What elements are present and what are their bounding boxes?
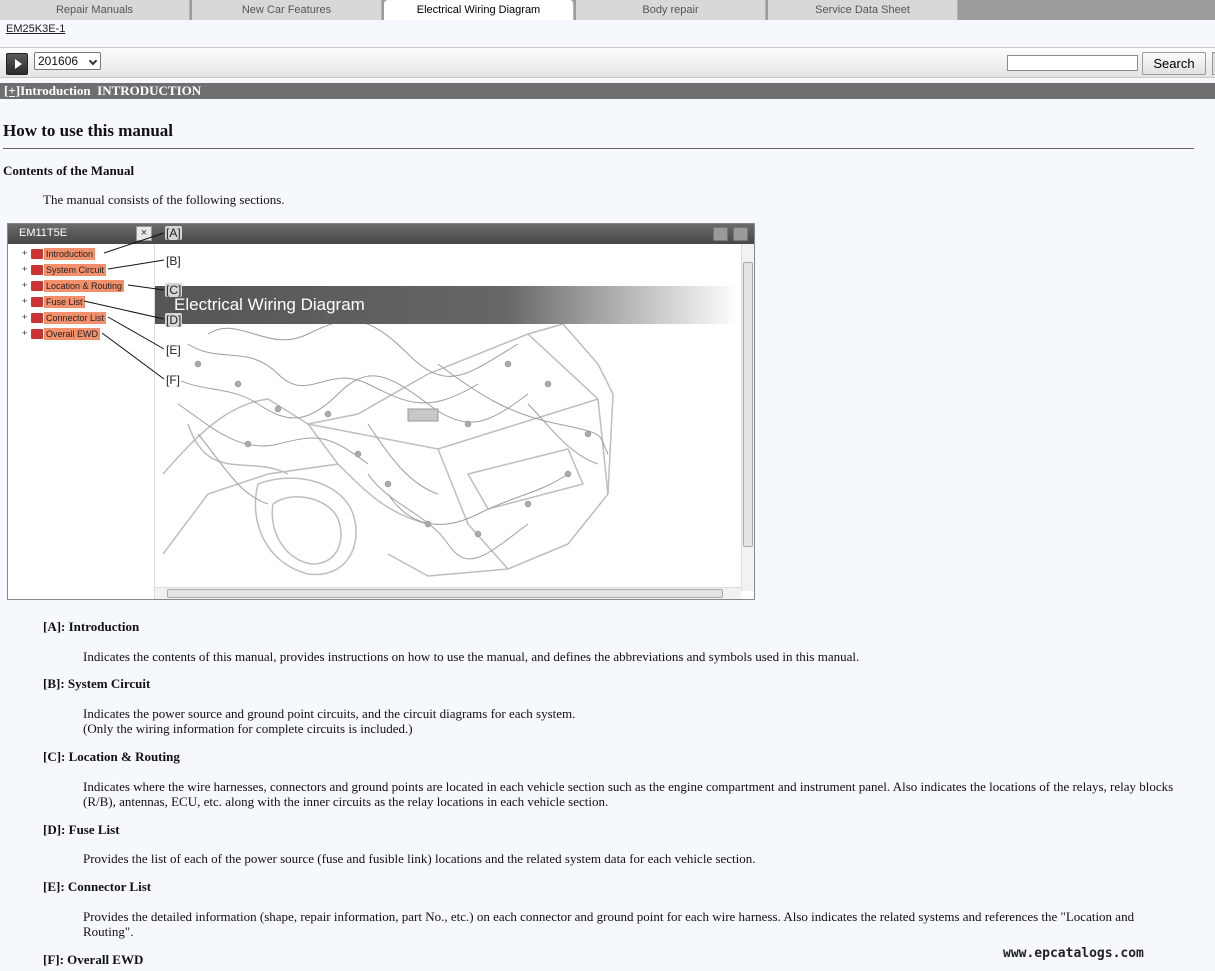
section-bar: [+]Introduction INTRODUCTION — [0, 83, 1215, 99]
callout-label: [D] — [165, 313, 183, 327]
section-term: [F]: Overall EWD — [43, 952, 144, 967]
page-title: How to use this manual — [3, 121, 174, 140]
section-description: Indicates where the wire harnesses, conn… — [83, 779, 1183, 809]
tab-repair-manuals[interactable]: Repair Manuals — [0, 0, 190, 20]
description-line: Indicates the power source and ground po… — [83, 706, 576, 721]
expand-toggle[interactable]: [+] — [4, 83, 20, 98]
tab-service-data-sheet[interactable]: Service Data Sheet — [768, 0, 958, 20]
callout-label: [C] — [165, 283, 183, 297]
page-subtitle: Contents of the Manual — [3, 163, 135, 178]
figure-vertical-scroll-thumb — [743, 262, 753, 547]
section-description: Provides the list of each of the power s… — [83, 851, 1183, 866]
toolbar: 201606 Search — [0, 47, 1215, 78]
document-id-link[interactable]: EM25K3E-1 — [6, 23, 65, 35]
section-description: Indicates the power source and ground po… — [83, 706, 1183, 736]
description-line: (Only the wiring information for complet… — [83, 721, 413, 736]
search-button[interactable]: Search — [1142, 52, 1206, 75]
callout-label: [E] — [165, 343, 182, 357]
description-line: Indicates where the wire harnesses, conn… — [83, 779, 1174, 809]
section-description: Provides the detailed information (shape… — [83, 909, 1183, 939]
description-line: Indicates the contents of this manual, p… — [83, 649, 860, 664]
callout-label: [B] — [165, 254, 182, 268]
description-line: Provides the list of each of the power s… — [83, 851, 756, 866]
manual-screenshot-figure: EM11T5E × + Introduction + System Circuit … — [7, 223, 755, 600]
tab-new-car-features[interactable]: New Car Features — [192, 0, 382, 20]
year-select-value: 201606 — [38, 54, 79, 68]
section-term: [B]: System Circuit — [43, 676, 151, 691]
play-icon — [15, 59, 22, 69]
section-term: [A]: Introduction — [43, 619, 140, 634]
title-divider — [3, 148, 1194, 149]
search-input[interactable] — [1007, 55, 1138, 71]
tab-body-repair[interactable]: Body repair — [576, 0, 766, 20]
description-line: Provides the detailed information (shape… — [83, 909, 1135, 939]
callout-label: [A] — [165, 226, 182, 240]
section-term: [E]: Connector List — [43, 879, 152, 894]
play-button[interactable] — [6, 53, 28, 75]
figure-horizontal-scroll-thumb — [167, 589, 723, 598]
tab-bar: Repair Manuals New Car Features Electric… — [0, 0, 1215, 20]
section-description: Indicates the contents of this manual, p… — [83, 649, 1183, 664]
figure-horizontal-scrollbar — [155, 587, 741, 599]
intro-text: The manual consists of the following sec… — [43, 192, 285, 207]
chevron-down-icon — [88, 56, 98, 66]
section-term: [C]: Location & Routing — [43, 749, 180, 764]
figure-vertical-scrollbar — [741, 244, 754, 591]
callout-leaders — [83, 232, 165, 380]
callout-label: [F] — [165, 373, 181, 387]
watermark-text: www.epcatalogs.com — [1003, 946, 1144, 961]
year-select[interactable]: 201606 — [34, 52, 101, 70]
section-term: [D]: Fuse List — [43, 822, 120, 837]
tab-electrical-wiring-diagram[interactable]: Electrical Wiring Diagram — [384, 0, 574, 20]
section-title: Introduction INTRODUCTION — [20, 83, 202, 98]
